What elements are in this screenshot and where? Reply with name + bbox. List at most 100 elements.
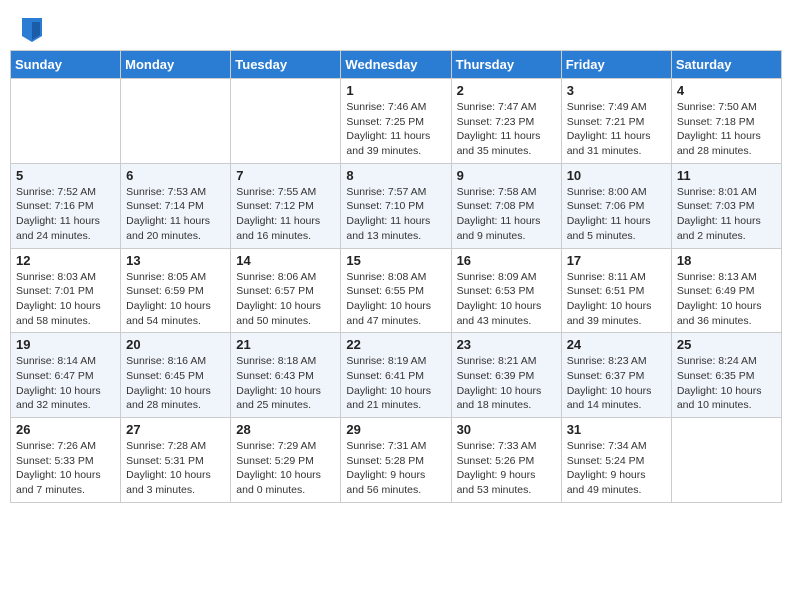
day-number: 10 xyxy=(567,168,666,183)
day-number: 13 xyxy=(126,253,225,268)
day-number: 28 xyxy=(236,422,335,437)
day-cell: 31Sunrise: 7:34 AM Sunset: 5:24 PM Dayli… xyxy=(561,418,671,503)
weekday-header-monday: Monday xyxy=(121,51,231,79)
day-info: Sunrise: 7:46 AM Sunset: 7:25 PM Dayligh… xyxy=(346,100,445,159)
day-info: Sunrise: 8:00 AM Sunset: 7:06 PM Dayligh… xyxy=(567,185,666,244)
day-number: 30 xyxy=(457,422,556,437)
day-number: 20 xyxy=(126,337,225,352)
day-info: Sunrise: 8:11 AM Sunset: 6:51 PM Dayligh… xyxy=(567,270,666,329)
day-info: Sunrise: 7:31 AM Sunset: 5:28 PM Dayligh… xyxy=(346,439,445,498)
day-number: 14 xyxy=(236,253,335,268)
day-cell: 15Sunrise: 8:08 AM Sunset: 6:55 PM Dayli… xyxy=(341,248,451,333)
day-number: 31 xyxy=(567,422,666,437)
weekday-header-thursday: Thursday xyxy=(451,51,561,79)
day-number: 22 xyxy=(346,337,445,352)
day-cell: 10 Sunrise: 8:00 AM Sunset: 7:06 PM Dayli… xyxy=(561,163,671,248)
day-number: 25 xyxy=(677,337,776,352)
day-number: 6 xyxy=(126,168,225,183)
day-number: 24 xyxy=(567,337,666,352)
day-info: Sunrise: 8:19 AM Sunset: 6:41 PM Dayligh… xyxy=(346,354,445,413)
day-number: 7 xyxy=(236,168,335,183)
day-cell: 13 Sunrise: 8:05 AM Sunset: 6:59 PM Dayli… xyxy=(121,248,231,333)
weekday-header-tuesday: Tuesday xyxy=(231,51,341,79)
day-number: 2 xyxy=(457,83,556,98)
week-row-3: 19 Sunrise: 8:14 AM Sunset: 6:47 PM Dayli… xyxy=(11,333,782,418)
day-info: Sunrise: 8:14 AM Sunset: 6:47 PM Dayligh… xyxy=(16,354,115,413)
day-info: Sunrise: 8:16 AM Sunset: 6:45 PM Dayligh… xyxy=(126,354,225,413)
day-info: Sunrise: 8:01 AM Sunset: 7:03 PM Dayligh… xyxy=(677,185,776,244)
day-number: 9 xyxy=(457,168,556,183)
day-info: Sunrise: 7:26 AM Sunset: 5:33 PM Dayligh… xyxy=(16,439,115,498)
day-info: Sunrise: 8:05 AM Sunset: 6:59 PM Dayligh… xyxy=(126,270,225,329)
day-cell: 21 Sunrise: 8:18 AM Sunset: 6:43 PM Dayli… xyxy=(231,333,341,418)
logo-icon xyxy=(22,18,42,42)
day-cell: 11 Sunrise: 8:01 AM Sunset: 7:03 PM Dayli… xyxy=(671,163,781,248)
day-info: Sunrise: 8:23 AM Sunset: 6:37 PM Dayligh… xyxy=(567,354,666,413)
week-row-0: 1Sunrise: 7:46 AM Sunset: 7:25 PM Daylig… xyxy=(11,79,782,164)
day-number: 18 xyxy=(677,253,776,268)
week-row-2: 12 Sunrise: 8:03 AM Sunset: 7:01 PM Dayli… xyxy=(11,248,782,333)
day-number: 12 xyxy=(16,253,115,268)
day-info: Sunrise: 8:03 AM Sunset: 7:01 PM Dayligh… xyxy=(16,270,115,329)
day-cell: 4 Sunrise: 7:50 AM Sunset: 7:18 PM Daylig… xyxy=(671,79,781,164)
day-cell: 6 Sunrise: 7:53 AM Sunset: 7:14 PM Daylig… xyxy=(121,163,231,248)
day-number: 11 xyxy=(677,168,776,183)
day-info: Sunrise: 7:57 AM Sunset: 7:10 PM Dayligh… xyxy=(346,185,445,244)
day-number: 5 xyxy=(16,168,115,183)
day-cell: 20 Sunrise: 8:16 AM Sunset: 6:45 PM Dayli… xyxy=(121,333,231,418)
weekday-header-friday: Friday xyxy=(561,51,671,79)
day-info: Sunrise: 7:49 AM Sunset: 7:21 PM Dayligh… xyxy=(567,100,666,159)
day-info: Sunrise: 8:24 AM Sunset: 6:35 PM Dayligh… xyxy=(677,354,776,413)
day-cell: 7 Sunrise: 7:55 AM Sunset: 7:12 PM Daylig… xyxy=(231,163,341,248)
logo xyxy=(20,18,42,42)
weekday-header-sunday: Sunday xyxy=(11,51,121,79)
day-number: 4 xyxy=(677,83,776,98)
day-info: Sunrise: 8:09 AM Sunset: 6:53 PM Dayligh… xyxy=(457,270,556,329)
day-info: Sunrise: 7:52 AM Sunset: 7:16 PM Dayligh… xyxy=(16,185,115,244)
day-cell: 2 Sunrise: 7:47 AM Sunset: 7:23 PM Daylig… xyxy=(451,79,561,164)
day-number: 21 xyxy=(236,337,335,352)
day-cell: 19 Sunrise: 8:14 AM Sunset: 6:47 PM Dayli… xyxy=(11,333,121,418)
day-info: Sunrise: 7:50 AM Sunset: 7:18 PM Dayligh… xyxy=(677,100,776,159)
day-info: Sunrise: 7:53 AM Sunset: 7:14 PM Dayligh… xyxy=(126,185,225,244)
day-info: Sunrise: 8:21 AM Sunset: 6:39 PM Dayligh… xyxy=(457,354,556,413)
day-info: Sunrise: 8:18 AM Sunset: 6:43 PM Dayligh… xyxy=(236,354,335,413)
day-cell xyxy=(671,418,781,503)
day-number: 16 xyxy=(457,253,556,268)
day-cell: 12 Sunrise: 8:03 AM Sunset: 7:01 PM Dayli… xyxy=(11,248,121,333)
weekday-header-row: SundayMondayTuesdayWednesdayThursdayFrid… xyxy=(11,51,782,79)
day-cell: 8 Sunrise: 7:57 AM Sunset: 7:10 PM Daylig… xyxy=(341,163,451,248)
week-row-1: 5 Sunrise: 7:52 AM Sunset: 7:16 PM Daylig… xyxy=(11,163,782,248)
calendar-table: SundayMondayTuesdayWednesdayThursdayFrid… xyxy=(10,50,782,503)
page-header xyxy=(10,10,782,42)
day-info: Sunrise: 7:55 AM Sunset: 7:12 PM Dayligh… xyxy=(236,185,335,244)
day-info: Sunrise: 7:33 AM Sunset: 5:26 PM Dayligh… xyxy=(457,439,556,498)
day-cell xyxy=(121,79,231,164)
day-number: 17 xyxy=(567,253,666,268)
day-number: 15 xyxy=(346,253,445,268)
day-cell: 18 Sunrise: 8:13 AM Sunset: 6:49 PM Dayli… xyxy=(671,248,781,333)
day-info: Sunrise: 7:58 AM Sunset: 7:08 PM Dayligh… xyxy=(457,185,556,244)
day-cell: 14 Sunrise: 8:06 AM Sunset: 6:57 PM Dayli… xyxy=(231,248,341,333)
day-cell: 30 Sunrise: 7:33 AM Sunset: 5:26 PM Dayli… xyxy=(451,418,561,503)
day-number: 3 xyxy=(567,83,666,98)
day-cell: 3 Sunrise: 7:49 AM Sunset: 7:21 PM Daylig… xyxy=(561,79,671,164)
day-cell: 16 Sunrise: 8:09 AM Sunset: 6:53 PM Dayli… xyxy=(451,248,561,333)
day-number: 29 xyxy=(346,422,445,437)
day-cell: 1Sunrise: 7:46 AM Sunset: 7:25 PM Daylig… xyxy=(341,79,451,164)
weekday-header-saturday: Saturday xyxy=(671,51,781,79)
day-info: Sunrise: 8:13 AM Sunset: 6:49 PM Dayligh… xyxy=(677,270,776,329)
day-info: Sunrise: 7:29 AM Sunset: 5:29 PM Dayligh… xyxy=(236,439,335,498)
day-number: 27 xyxy=(126,422,225,437)
day-cell xyxy=(11,79,121,164)
day-cell: 29 Sunrise: 7:31 AM Sunset: 5:28 PM Dayli… xyxy=(341,418,451,503)
day-info: Sunrise: 7:47 AM Sunset: 7:23 PM Dayligh… xyxy=(457,100,556,159)
day-cell xyxy=(231,79,341,164)
day-cell: 27Sunrise: 7:28 AM Sunset: 5:31 PM Dayli… xyxy=(121,418,231,503)
day-number: 8 xyxy=(346,168,445,183)
day-cell: 17 Sunrise: 8:11 AM Sunset: 6:51 PM Dayli… xyxy=(561,248,671,333)
day-number: 19 xyxy=(16,337,115,352)
day-number: 26 xyxy=(16,422,115,437)
day-cell: 22 Sunrise: 8:19 AM Sunset: 6:41 PM Dayli… xyxy=(341,333,451,418)
day-info: Sunrise: 8:06 AM Sunset: 6:57 PM Dayligh… xyxy=(236,270,335,329)
